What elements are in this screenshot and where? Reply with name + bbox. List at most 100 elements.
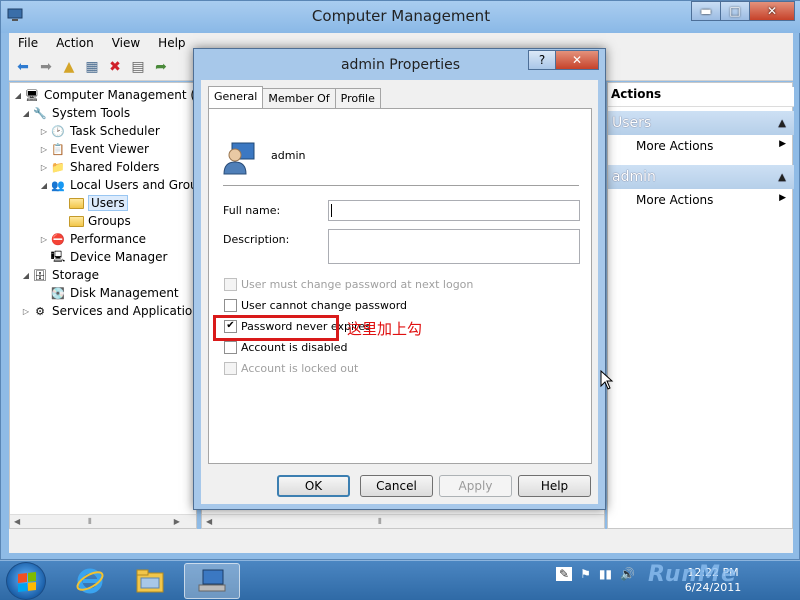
window-titlebar[interactable]: Computer Management ▬ □ ✕ (1, 1, 800, 33)
network-icon[interactable]: ▮▮ (599, 567, 612, 581)
cancel-button[interactable]: Cancel (360, 475, 433, 497)
properties-icon[interactable]: ▤ (128, 57, 148, 77)
window-title: Computer Management (311, 7, 491, 25)
admin-properties-dialog: admin Properties ? ✕ General Member Of P… (193, 48, 606, 510)
event-viewer-icon: 📋 (51, 142, 65, 156)
description-input[interactable] (328, 229, 580, 264)
taskbar-file-explorer[interactable] (122, 563, 178, 599)
close-button[interactable]: ✕ (749, 1, 795, 21)
submenu-arrow-icon: ▶ (779, 139, 786, 149)
menu-help[interactable]: Help (149, 36, 194, 50)
expand-arrow-icon[interactable]: ▷ (20, 307, 32, 316)
device-manager-icon: 🖳 (50, 249, 66, 263)
taskbar-internet-explorer[interactable] (62, 563, 118, 599)
folder-icon (68, 196, 84, 210)
tree-item-storage[interactable]: ◢ 🗄 Storage (20, 266, 99, 284)
dialog-close-button[interactable]: ✕ (555, 50, 599, 70)
back-arrow-icon[interactable]: ⬅ (13, 57, 33, 77)
tree-item-event-viewer[interactable]: ▷ 📋 Event Viewer (38, 140, 149, 158)
menu-view[interactable]: View (103, 36, 149, 50)
tree-item-root[interactable]: ◢ 🖥 Computer Management (Local) (12, 86, 196, 104)
actions-section-admin[interactable]: admin ▲ (608, 165, 794, 189)
actions-header: Actions (608, 87, 794, 107)
collapse-triangle-icon[interactable]: ▲ (778, 172, 786, 183)
users-icon: 👥 (51, 178, 65, 192)
option-account-locked-out[interactable]: Account is locked out (224, 360, 358, 376)
expand-arrow-icon[interactable]: ▷ (38, 127, 50, 136)
details-horizontal-scrollbar[interactable]: ◀ ⦀ (202, 514, 604, 528)
full-name-input[interactable] (328, 200, 580, 221)
status-bar (9, 529, 793, 553)
expand-arrow-icon[interactable]: ▷ (38, 145, 50, 154)
description-label: Description: (223, 233, 290, 246)
tree-horizontal-scrollbar[interactable]: ◀ ⦀ ▶ (10, 514, 196, 528)
tree-item-system-tools[interactable]: ◢ 🔧 System Tools (20, 104, 130, 122)
tab-general[interactable]: General (208, 86, 264, 108)
text-cursor (331, 203, 332, 217)
option-must-change-password[interactable]: User must change password at next logon (224, 276, 473, 292)
option-account-disabled[interactable]: Account is disabled (224, 339, 348, 355)
menu-action[interactable]: Action (47, 36, 103, 50)
collapse-arrow-icon[interactable]: ◢ (20, 109, 32, 118)
show-hide-tree-icon[interactable]: ▦ (82, 57, 102, 77)
checkbox[interactable] (224, 340, 237, 354)
windows-logo-icon (18, 572, 36, 592)
tree-item-local-users-groups[interactable]: ◢ 👥 Local Users and Groups (38, 176, 196, 194)
annotation-text: 这里加上勾 (347, 320, 423, 338)
actions-section-users[interactable]: Users ▲ (608, 111, 794, 135)
expand-arrow-icon[interactable]: ▷ (38, 235, 50, 244)
tree-item-services-apps[interactable]: ▷ ⚙ Services and Applications (20, 302, 196, 320)
pen-input-icon[interactable]: ✎ (556, 567, 573, 581)
maximize-button[interactable]: □ (720, 1, 750, 21)
tools-icon: 🔧 (33, 106, 47, 120)
mouse-cursor-icon (600, 370, 614, 390)
computer-icon: 🖥 (25, 88, 39, 102)
taskbar-computer-management[interactable] (184, 563, 240, 599)
user-avatar-icon (223, 142, 255, 175)
tree-item-users[interactable]: Users (56, 194, 128, 212)
tab-profile[interactable]: Profile (334, 88, 381, 108)
option-cannot-change-password[interactable]: User cannot change password (224, 297, 407, 313)
dialog-help-button[interactable]: ? (528, 50, 556, 70)
help-button[interactable]: Help (518, 475, 591, 497)
start-button[interactable] (6, 562, 46, 600)
highlight-box (213, 315, 339, 341)
expand-arrow-icon[interactable]: ▷ (38, 163, 50, 172)
admin-more-actions[interactable]: More Actions ▶ (636, 193, 794, 211)
users-more-actions[interactable]: More Actions ▶ (636, 139, 794, 157)
services-icon: ⚙ (35, 304, 45, 318)
flag-icon[interactable]: ⚑ (580, 567, 591, 581)
tree-item-disk-management[interactable]: 💽 Disk Management (38, 284, 179, 302)
storage-icon: 🗄 (33, 268, 47, 282)
checkbox[interactable] (224, 277, 237, 291)
minimize-button[interactable]: ▬ (691, 1, 721, 21)
shared-folder-icon: 📁 (51, 160, 65, 174)
menu-file[interactable]: File (9, 36, 47, 50)
checkbox[interactable] (224, 361, 237, 375)
tree-item-performance[interactable]: ▷ ⛔ Performance (38, 230, 146, 248)
apply-button[interactable]: Apply (439, 475, 512, 497)
tree-item-device-manager[interactable]: 🖳 Device Manager (38, 248, 168, 266)
delete-icon[interactable]: ✖ (105, 57, 125, 77)
forward-arrow-icon[interactable]: ➡ (36, 57, 56, 77)
general-tab-panel: admin Full name: Description: User must … (208, 108, 592, 464)
divider (223, 185, 579, 186)
up-folder-icon[interactable]: ▲ (59, 57, 79, 77)
collapse-triangle-icon[interactable]: ▲ (778, 118, 786, 129)
tree-item-groups[interactable]: Groups (56, 212, 131, 230)
computer-management-icon (198, 569, 226, 592)
tree-item-shared-folders[interactable]: ▷ 📁 Shared Folders (38, 158, 159, 176)
tree-item-task-scheduler[interactable]: ▷ 🕑 Task Scheduler (38, 122, 160, 140)
clock-icon: 🕑 (51, 124, 65, 138)
collapse-arrow-icon[interactable]: ◢ (20, 271, 32, 280)
internet-explorer-icon (76, 568, 104, 594)
tab-strip: General Member Of Profile (208, 86, 381, 108)
export-list-icon[interactable]: ➦ (151, 57, 171, 77)
ok-button[interactable]: OK (277, 475, 350, 497)
volume-icon[interactable]: 🔊 (620, 567, 635, 581)
checkbox[interactable] (224, 298, 237, 312)
actions-pane: Actions Users ▲ More Actions ▶ admin ▲ M… (607, 82, 794, 529)
collapse-arrow-icon[interactable]: ◢ (38, 181, 50, 190)
collapse-arrow-icon[interactable]: ◢ (12, 91, 24, 100)
tab-member-of[interactable]: Member Of (262, 88, 336, 108)
